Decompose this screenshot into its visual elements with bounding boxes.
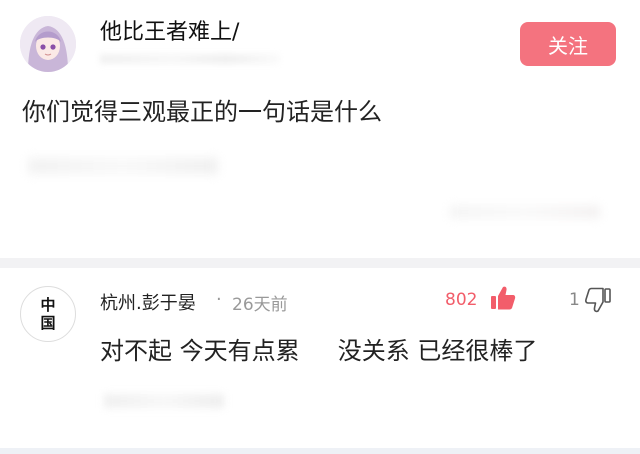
post-question[interactable]: 你们觉得三观最正的一句话是什么 bbox=[22, 92, 382, 127]
comment-item: 中 国 杭州.彭于晏 · 26天前 802 1 对不起 今天有点累 没关系 已经… bbox=[0, 268, 640, 454]
blurred-text bbox=[28, 158, 218, 174]
bottom-divider bbox=[0, 448, 640, 454]
section-divider bbox=[0, 258, 640, 268]
comment-text[interactable]: 对不起 今天有点累 没关系 已经很棒了 bbox=[100, 331, 537, 366]
author-avatar[interactable] bbox=[20, 16, 76, 72]
post-card: 他比王者难上/ 关注 你们觉得三观最正的一句话是什么 bbox=[0, 0, 640, 258]
separator-dot: · bbox=[216, 289, 222, 310]
commenter-avatar[interactable]: 中 国 bbox=[20, 286, 76, 342]
blurred-text bbox=[450, 206, 600, 218]
blurred-text bbox=[104, 394, 224, 408]
comment-time: 26天前 bbox=[232, 295, 288, 315]
blurred-subtitle bbox=[100, 54, 280, 64]
author-name[interactable]: 他比王者难上/ bbox=[100, 14, 239, 46]
avatar-char: 国 bbox=[40, 314, 56, 332]
like-count: 802 bbox=[445, 290, 478, 310]
thumb-down-icon[interactable] bbox=[584, 286, 612, 314]
follow-button[interactable]: 关注 bbox=[520, 22, 616, 66]
dislike-count: 1 bbox=[569, 290, 580, 310]
avatar-char: 中 bbox=[40, 296, 56, 314]
thumb-up-icon[interactable] bbox=[489, 284, 517, 312]
commenter-name[interactable]: 杭州.彭于晏 bbox=[100, 289, 196, 315]
